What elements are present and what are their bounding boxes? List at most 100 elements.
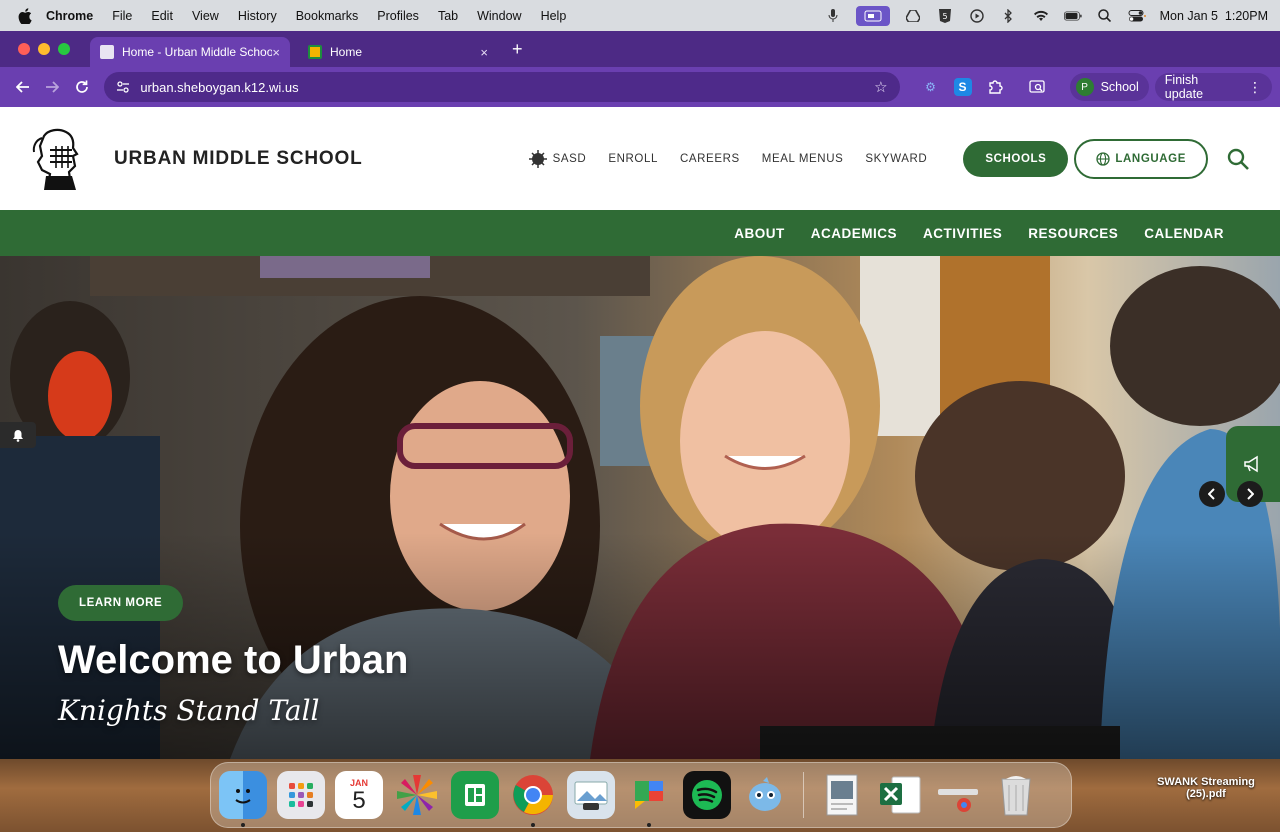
main-nav: ABOUT ACADEMICS ACTIVITIES RESOURCES CAL… [0, 210, 1280, 256]
spotify-icon[interactable] [683, 771, 731, 819]
browser-toolbar: urban.sheboygan.k12.wi.us ☆ ⚙ S P School… [0, 67, 1280, 107]
bookmark-star-icon[interactable]: ☆ [874, 78, 887, 96]
excel-icon[interactable] [876, 771, 924, 819]
hero-title: Welcome to Urban [58, 638, 409, 682]
launchpad-icon[interactable] [277, 771, 325, 819]
utility-link-careers[interactable]: CAREERS [680, 153, 740, 165]
extensions-area: ⚙ S [922, 78, 1046, 96]
tab-title: Home - Urban Middle School [122, 45, 273, 59]
reload-button[interactable] [67, 72, 96, 102]
apple-menu-icon[interactable] [18, 7, 32, 24]
carousel-next-button[interactable] [1237, 481, 1263, 507]
menu-help[interactable]: Help [541, 9, 567, 23]
menu-tab[interactable]: Tab [438, 9, 458, 23]
close-window-button[interactable] [18, 43, 30, 55]
pinwheel-icon[interactable] [393, 771, 441, 819]
window-controls [18, 43, 70, 55]
carousel-prev-button[interactable] [1199, 481, 1225, 507]
url-text[interactable]: urban.sheboygan.k12.wi.us [140, 80, 874, 95]
language-label: LANGUAGE [1115, 152, 1186, 165]
close-tab-icon[interactable]: × [272, 45, 280, 60]
puzzle-extensions-icon[interactable] [986, 78, 1004, 96]
play-icon[interactable] [968, 8, 986, 23]
gear-extension-icon[interactable]: ⚙ [922, 78, 940, 96]
alerts-tab[interactable] [0, 422, 36, 448]
screen-share-icon[interactable] [855, 5, 890, 26]
utility-link-label: SASD [552, 152, 587, 165]
back-button[interactable] [8, 72, 37, 102]
new-tab-button[interactable]: + [512, 39, 523, 60]
clock[interactable]: Mon Jan 5 1:20PM [1160, 9, 1268, 23]
utility-link-enroll[interactable]: ENROLL [608, 153, 658, 165]
schools-button[interactable]: SCHOOLS [963, 140, 1069, 177]
nav-resources[interactable]: RESOURCES [1028, 226, 1118, 241]
webpage: URBAN MIDDLE SCHOOL SASD ENROLL CAREERS … [0, 107, 1280, 759]
menu-edit[interactable]: Edit [151, 9, 173, 23]
google-drive-icon[interactable] [904, 9, 922, 23]
google-classroom-favicon-icon [308, 45, 322, 59]
hero-subtitle: Knights Stand Tall [58, 694, 320, 727]
menu-history[interactable]: History [238, 9, 277, 23]
tab-title: Home [330, 45, 363, 59]
html5-icon[interactable]: 5 [936, 8, 954, 23]
menu-app-name[interactable]: Chrome [46, 9, 93, 23]
address-bar[interactable]: urban.sheboygan.k12.wi.us ☆ [104, 72, 900, 102]
control-center-icon[interactable] [1128, 9, 1146, 23]
chrome-icon[interactable] [509, 771, 557, 827]
running-indicator [647, 823, 651, 827]
site-settings-icon[interactable] [116, 80, 130, 94]
menu-view[interactable]: View [192, 9, 219, 23]
sheets-icon[interactable] [451, 771, 499, 819]
preview-icon[interactable] [567, 771, 615, 819]
bluetooth-icon[interactable] [1000, 8, 1018, 23]
google-chat-icon[interactable] [625, 771, 673, 827]
language-button[interactable]: LANGUAGE [1074, 138, 1208, 179]
tab-search-icon[interactable] [1028, 78, 1046, 96]
hero-photo [0, 256, 1280, 759]
profile-button[interactable]: P School [1069, 73, 1149, 101]
kebab-menu-icon[interactable]: ⋮ [1248, 79, 1262, 96]
running-indicator [531, 823, 535, 827]
calendar-day: 5 [352, 787, 366, 814]
wifi-icon[interactable] [1032, 9, 1050, 23]
menu-window[interactable]: Window [477, 9, 521, 23]
menu-bookmarks[interactable]: Bookmarks [296, 9, 359, 23]
hero-slider: LEARN MORE Welcome to Urban Knights Stan… [0, 256, 1280, 759]
learn-more-button[interactable]: LEARN MORE [58, 585, 184, 621]
finish-update-button[interactable]: Finish update ⋮ [1154, 73, 1272, 101]
nav-activities[interactable]: ACTIVITIES [923, 226, 1002, 241]
utility-link-meal-menus[interactable]: MEAL MENUS [762, 153, 844, 165]
nav-academics[interactable]: ACADEMICS [811, 226, 897, 241]
microphone-icon[interactable] [824, 8, 842, 23]
spotlight-search-icon[interactable] [1096, 9, 1114, 23]
minimize-window-button[interactable] [38, 43, 50, 55]
menu-file[interactable]: File [112, 9, 132, 23]
finder-icon[interactable] [219, 771, 267, 827]
forward-button[interactable] [37, 72, 66, 102]
calendar-icon[interactable]: JAN 5 [335, 771, 383, 819]
nav-calendar[interactable]: CALENDAR [1144, 226, 1224, 241]
pdf-file-icon[interactable] [818, 771, 866, 819]
dock-separator [803, 772, 804, 818]
close-tab-icon[interactable]: × [480, 45, 488, 60]
utility-link-sasd[interactable]: SASD [528, 149, 587, 168]
trash-icon[interactable] [992, 771, 1040, 819]
utility-link-skyward[interactable]: SKYWARD [865, 153, 927, 165]
desktop-file-label[interactable]: SWANK Streaming (25).pdf [1150, 776, 1262, 800]
search-icon[interactable] [1226, 147, 1250, 171]
s-extension-icon[interactable]: S [953, 78, 972, 96]
tweetbot-icon[interactable] [741, 771, 789, 819]
zoom-window-button[interactable] [58, 43, 70, 55]
battery-icon[interactable] [1063, 9, 1082, 23]
running-indicator [241, 823, 245, 827]
tab-home[interactable]: Home × [298, 37, 498, 67]
tab-urban-middle-school[interactable]: Home - Urban Middle School × [90, 37, 290, 67]
menu-profiles[interactable]: Profiles [377, 9, 419, 23]
school-name[interactable]: URBAN MIDDLE SCHOOL [114, 148, 362, 170]
site-header: URBAN MIDDLE SCHOOL SASD ENROLL CAREERS … [0, 107, 1280, 210]
nav-about[interactable]: ABOUT [734, 226, 785, 241]
knight-logo-icon[interactable] [30, 126, 86, 192]
megaphone-icon [1244, 455, 1258, 473]
chrome-app-icon[interactable] [934, 771, 982, 819]
browser-tab-strip: Home - Urban Middle School × Home × + [0, 31, 1280, 67]
